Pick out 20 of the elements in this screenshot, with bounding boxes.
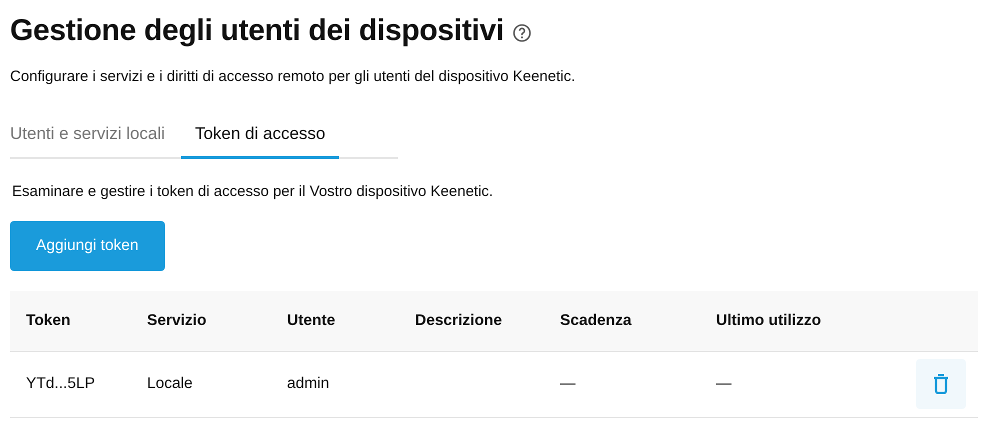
column-header: Descrizione	[399, 291, 544, 351]
help-icon[interactable]	[512, 23, 532, 43]
table-cell: Locale	[147, 375, 193, 392]
column-header: Ultimo utilizzo	[700, 291, 870, 351]
column-header: Scadenza	[544, 291, 700, 351]
column-header: Utente	[271, 291, 399, 351]
trash-icon	[933, 374, 949, 394]
table-cell: YTd...5LP	[26, 375, 95, 392]
delete-button[interactable]	[916, 359, 966, 409]
tab[interactable]: Token di accesso	[180, 118, 340, 159]
table-cell: admin	[287, 375, 330, 392]
tab[interactable]: Utenti e servizi locali	[10, 118, 181, 159]
column-header: Servizio	[131, 291, 271, 351]
table-cell: —	[716, 375, 732, 392]
tab-description: Esaminare e gestire i token di accesso per il Vostro dispositivo Keenetic.	[12, 183, 494, 202]
add-token-button[interactable]: Aggiungi token	[10, 221, 165, 271]
page-description: Configurare i servizi e i diritti di accesso remoto per gli utenti del dispositivo Keenetic.	[10, 67, 576, 87]
table-cell: —	[560, 375, 576, 392]
column-header: Token	[10, 291, 131, 351]
page-title: Gestione degli utenti dei dispositivi	[10, 14, 504, 48]
